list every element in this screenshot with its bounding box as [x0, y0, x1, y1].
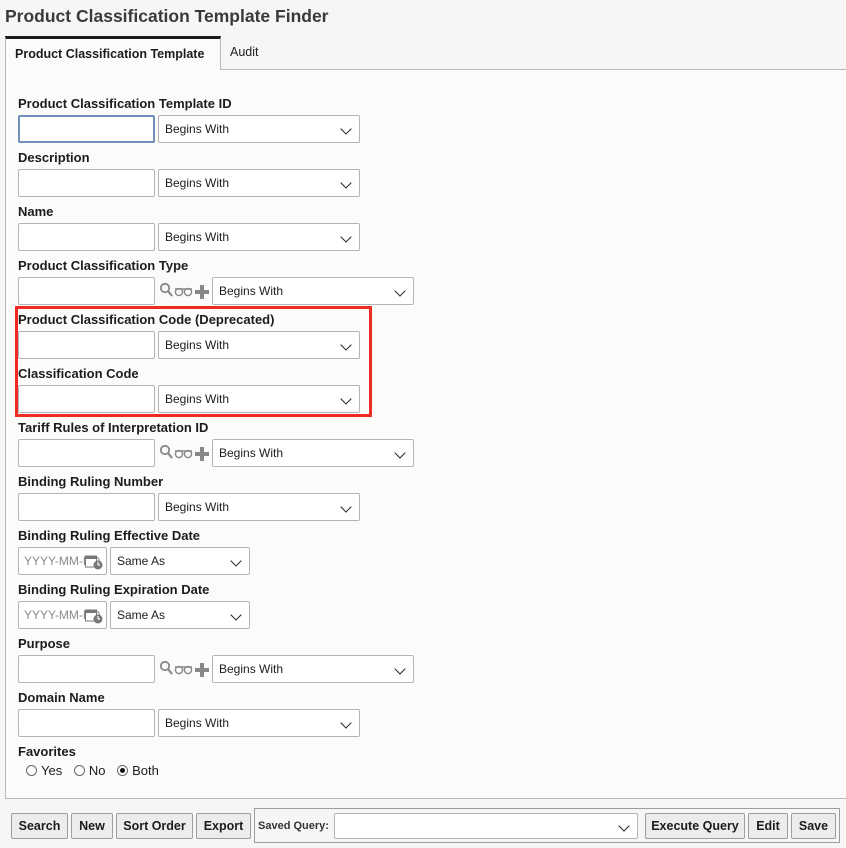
field-binding-ruling-number: Binding Ruling Number Begins With	[18, 473, 360, 521]
field-binding-ruling-effective-date: Binding Ruling Effective Date YYYY-MM-DD…	[18, 527, 250, 575]
tab-bar: Product Classification Template Audit	[5, 36, 846, 70]
template-id-input[interactable]	[18, 115, 155, 143]
domain-name-input[interactable]	[18, 709, 155, 737]
lookup-icons	[159, 282, 211, 300]
save-button[interactable]: Save	[791, 813, 836, 839]
glasses-icon[interactable]	[174, 449, 193, 459]
product-classification-type-input[interactable]	[18, 277, 155, 305]
field-label: Product Classification Template ID	[18, 96, 232, 111]
search-icon[interactable]	[159, 660, 173, 675]
plus-icon[interactable]	[195, 447, 209, 461]
chevron-down-icon	[230, 609, 242, 621]
chevron-down-icon	[340, 123, 352, 135]
field-label: Purpose	[18, 636, 71, 651]
search-icon[interactable]	[159, 282, 173, 297]
field-favorites: Favorites	[18, 743, 76, 760]
chevron-down-icon	[394, 285, 406, 297]
expiration-date-input[interactable]: YYYY-MM-DD	[18, 601, 107, 629]
chevron-down-icon	[618, 820, 630, 832]
product-classification-code-input[interactable]	[18, 331, 155, 359]
purpose-operator-select[interactable]: Begins With	[212, 655, 414, 683]
chevron-down-icon	[230, 555, 242, 567]
execute-query-button[interactable]: Execute Query	[645, 813, 745, 839]
chevron-down-icon	[340, 501, 352, 513]
template-id-operator-select[interactable]: Begins With	[158, 115, 360, 143]
search-icon[interactable]	[159, 444, 173, 459]
field-purpose: Purpose Begins With	[18, 635, 414, 683]
chevron-down-icon	[340, 717, 352, 729]
favorites-radio-yes[interactable]: Yes	[26, 763, 62, 778]
field-binding-ruling-expiration-date: Binding Ruling Expiration Date YYYY-MM-D…	[18, 581, 250, 629]
effective-date-operator-select[interactable]: Same As	[110, 547, 250, 575]
chevron-down-icon	[340, 393, 352, 405]
description-input[interactable]	[18, 169, 155, 197]
field-classification-code: Classification Code Begins With	[18, 365, 360, 413]
calendar-icon[interactable]	[85, 608, 105, 624]
tariff-rules-input[interactable]	[18, 439, 155, 467]
product-classification-code-operator-select[interactable]: Begins With	[158, 331, 360, 359]
effective-date-input[interactable]: YYYY-MM-DD	[18, 547, 107, 575]
field-name: Name Begins With	[18, 203, 360, 251]
glasses-icon[interactable]	[174, 287, 193, 297]
product-classification-type-operator-select[interactable]: Begins With	[212, 277, 414, 305]
field-label: Product Classification Code (Deprecated)	[18, 312, 275, 327]
edit-button[interactable]: Edit	[748, 813, 788, 839]
plus-icon[interactable]	[195, 285, 209, 299]
purpose-input[interactable]	[18, 655, 155, 683]
binding-ruling-number-operator-select[interactable]: Begins With	[158, 493, 360, 521]
lookup-icons	[159, 660, 211, 678]
page-title: Product Classification Template Finder	[5, 6, 329, 26]
binding-ruling-number-input[interactable]	[18, 493, 155, 521]
field-label: Product Classification Type	[18, 258, 189, 273]
field-label: Description	[18, 150, 90, 165]
chevron-down-icon	[340, 339, 352, 351]
field-label: Favorites	[18, 744, 76, 759]
favorites-radio-no[interactable]: No	[73, 763, 105, 778]
description-operator-select[interactable]: Begins With	[158, 169, 360, 197]
plus-icon[interactable]	[195, 663, 209, 677]
expiration-date-operator-select[interactable]: Same As	[110, 601, 250, 629]
footer-toolbar: Search New Sort Order Export Saved Query…	[0, 806, 846, 848]
tab-product-classification-template[interactable]: Product Classification Template	[5, 36, 221, 70]
chevron-down-icon	[340, 177, 352, 189]
new-button[interactable]: New	[71, 813, 113, 839]
saved-query-label: Saved Query:	[258, 820, 329, 832]
field-label: Classification Code	[18, 366, 139, 381]
classification-code-input[interactable]	[18, 385, 155, 413]
field-label: Binding Ruling Effective Date	[18, 528, 201, 543]
export-button[interactable]: Export	[196, 813, 251, 839]
field-tariff-rules: Tariff Rules of Interpretation ID Begins…	[18, 419, 414, 467]
field-label: Tariff Rules of Interpretation ID	[18, 420, 209, 435]
favorites-radio-group: Yes No Both	[26, 763, 167, 779]
lookup-icons	[159, 444, 211, 462]
sort-order-button[interactable]: Sort Order	[116, 813, 193, 839]
search-button[interactable]: Search	[11, 813, 68, 839]
field-label: Binding Ruling Number	[18, 474, 164, 489]
classification-code-operator-select[interactable]: Begins With	[158, 385, 360, 413]
domain-name-operator-select[interactable]: Begins With	[158, 709, 360, 737]
saved-query-select[interactable]	[334, 813, 638, 839]
field-label: Domain Name	[18, 690, 105, 705]
tariff-rules-operator-select[interactable]: Begins With	[212, 439, 414, 467]
field-label: Name	[18, 204, 54, 219]
chevron-down-icon	[340, 231, 352, 243]
name-input[interactable]	[18, 223, 155, 251]
field-label: Binding Ruling Expiration Date	[18, 582, 210, 597]
tab-audit[interactable]: Audit	[221, 36, 268, 69]
favorites-radio-both[interactable]: Both	[117, 763, 159, 778]
chevron-down-icon	[394, 663, 406, 675]
field-domain-name: Domain Name Begins With	[18, 689, 360, 737]
field-product-classification-code-deprecated: Product Classification Code (Deprecated)…	[18, 311, 360, 359]
glasses-icon[interactable]	[174, 665, 193, 675]
field-product-classification-type: Product Classification Type Begins With	[18, 257, 414, 305]
field-template-id: Product Classification Template ID Begin…	[18, 95, 360, 143]
name-operator-select[interactable]: Begins With	[158, 223, 360, 251]
saved-query-group: Saved Query: Execute Query Edit Save	[254, 808, 840, 843]
calendar-icon[interactable]	[85, 554, 105, 570]
chevron-down-icon	[394, 447, 406, 459]
field-description: Description Begins With	[18, 149, 360, 197]
